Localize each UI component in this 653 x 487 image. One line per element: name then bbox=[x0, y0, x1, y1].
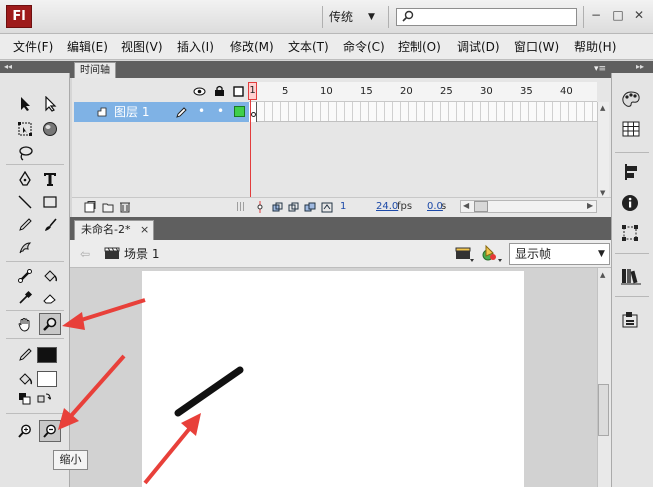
annotation-arrows bbox=[58, 298, 201, 485]
arrow-head bbox=[62, 312, 85, 330]
